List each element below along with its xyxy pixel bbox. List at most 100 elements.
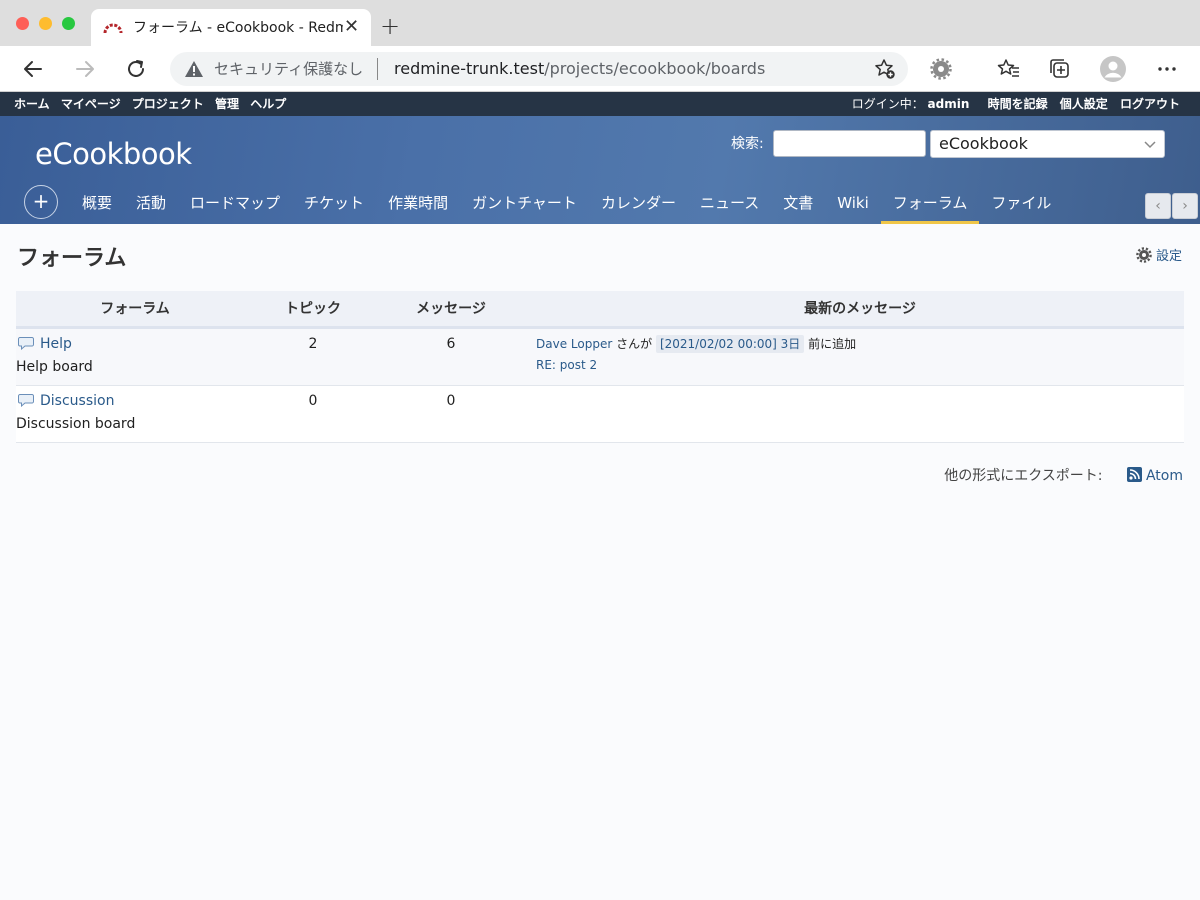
last-author-suffix: さんが [616,336,653,351]
project-jump-value: eCookbook [939,134,1028,153]
top-menu-my-account[interactable]: 個人設定 [1060,97,1108,111]
last-message-subject-link[interactable]: RE: post 2 [536,356,1184,374]
board-description: Help board [16,358,93,375]
boards-table: フォーラム トピック メッセージ 最新のメッセージ Help Help boar… [16,291,1184,443]
tab-calendar[interactable]: カレンダー [589,186,688,224]
col-header-messages: メッセージ [372,291,530,329]
export-links: 他の形式にエクスポート: Atom [944,467,1183,485]
atom-export-link[interactable]: Atom [1126,467,1183,484]
tab-activity[interactable]: 活動 [124,186,178,224]
top-menu-my-page[interactable]: マイページ [61,97,121,111]
export-label: 他の形式にエクスポート: [944,468,1103,484]
logged-in-user[interactable]: admin [928,97,970,111]
more-menu-icon[interactable] [1154,56,1180,82]
page-title: フォーラム [17,246,127,271]
col-header-forum: フォーラム [16,291,254,329]
logged-as-label: ログイン中： admin [851,97,970,111]
top-menu-left: ホーム マイページ プロジェクト 管理 ヘルプ [14,95,293,112]
menu-scroll-right-button[interactable]: › [1172,193,1198,219]
table-row: Help Help board 2 6 Dave Lopper さんが [202… [16,327,1184,386]
tab-roadmap[interactable]: ロードマップ [178,186,292,224]
address-separator [377,58,378,80]
main-content: フォーラム 設定 フォーラム トピック メッセージ 最新のメッセージ Help … [0,224,1200,900]
tab-wiki[interactable]: Wiki [825,188,881,226]
address-bar[interactable]: セキュリティ保護なし redmine-trunk.test/projects/e… [170,52,908,86]
speech-bubble-icon [18,336,34,350]
window-close-button[interactable] [16,17,29,30]
chevron-down-icon [1144,131,1156,158]
browser-tab-title: フォーラム - eCookbook - Redmine [133,20,343,36]
back-arrow-icon[interactable] [20,56,46,82]
new-object-plus-button[interactable]: + [24,185,58,219]
project-jump-select[interactable]: eCookbook [930,130,1165,158]
topics-cell: 0 [254,385,372,443]
messages-cell: 6 [372,327,530,386]
browser-toolbar: セキュリティ保護なし redmine-trunk.test/projects/e… [0,46,1200,92]
add-favorite-star-icon[interactable] [874,58,896,80]
top-menu-home[interactable]: ホーム [14,97,50,111]
atom-label: Atom [1145,468,1183,484]
security-status-label: セキュリティ保護なし [214,60,364,78]
messages-cell: 0 [372,385,530,443]
browser-tab-active[interactable]: フォーラム - eCookbook - Redmine ✕ [91,9,371,46]
window-zoom-button[interactable] [62,17,75,30]
last-author-link[interactable]: Dave Lopper [536,337,612,351]
warning-icon[interactable] [184,60,204,78]
tab-boards[interactable]: フォーラム [880,186,980,224]
message-count: 0 [446,392,456,409]
favorites-list-icon[interactable] [996,56,1022,82]
table-row: Discussion Discussion board 0 0 [16,385,1184,443]
board-link-discussion[interactable]: Discussion [40,393,114,409]
topics-cell: 2 [254,327,372,386]
rss-feed-icon [1126,467,1142,482]
top-menu-right: ログイン中： admin 時間を記録 個人設定 ログアウト [852,95,1180,112]
menu-scroll-left-button[interactable]: ‹ [1145,193,1171,219]
project-title: eCookbook [35,137,192,171]
topic-count: 0 [308,392,318,409]
top-menu-log-time[interactable]: 時間を記録 [988,97,1048,111]
last-message-added-label: 前に追加 [808,336,857,351]
settings-link[interactable]: 設定 [1136,247,1182,266]
search-label: 検索: [731,136,764,152]
extension-gear-icon[interactable] [928,56,954,82]
board-description: Discussion board [16,415,136,432]
url-text[interactable]: redmine-trunk.test/projects/ecookbook/bo… [394,59,765,79]
last-message-timestamp-link[interactable]: [2021/02/02 00:00] 3日 [655,334,805,353]
top-menu-help[interactable]: ヘルプ [250,97,286,111]
board-link-help[interactable]: Help [40,336,72,352]
tab-files[interactable]: ファイル [979,186,1063,224]
tab-close-icon[interactable]: ✕ [344,17,359,37]
reload-icon[interactable] [123,56,149,82]
table-header-row: フォーラム トピック メッセージ 最新のメッセージ [16,291,1184,329]
board-cell: Discussion Discussion board [16,385,254,443]
tab-news[interactable]: ニュース [688,186,771,224]
project-header: eCookbook 検索: eCookbook + 概要 活動 ロードマップ チケット… [0,116,1200,224]
board-cell: Help Help board [16,327,254,386]
settings-label: 設定 [1156,249,1183,264]
top-menu-projects[interactable]: プロジェクト [132,97,204,111]
top-menu-administration[interactable]: 管理 [215,97,239,111]
top-menu-logout[interactable]: ログアウト [1120,97,1180,111]
last-message-cell [530,385,1184,443]
tab-issues[interactable]: チケット [292,186,376,224]
top-menu: ホーム マイページ プロジェクト 管理 ヘルプ ログイン中： admin 時間を… [0,92,1200,116]
search-input[interactable] [773,130,926,157]
collections-icon[interactable] [1047,56,1073,82]
last-message-cell: Dave Lopper さんが [2021/02/02 00:00] 3日 前に… [530,327,1184,386]
col-header-topics: トピック [254,291,372,329]
profile-avatar-icon[interactable] [1100,56,1126,82]
last-message-meta: Dave Lopper さんが [2021/02/02 00:00] 3日 前に… [536,334,1184,353]
new-tab-button[interactable]: + [380,12,400,40]
window-minimize-button[interactable] [39,17,52,30]
browser-tab-strip: フォーラム - eCookbook - Redmine ✕ + [0,0,1200,46]
tab-gantt[interactable]: ガントチャート [460,186,589,224]
main-menu: 概要 活動 ロードマップ チケット 作業時間 ガントチャート カレンダー ニュース 文書 Wiki… [70,186,1063,224]
tab-overview[interactable]: 概要 [70,186,124,224]
tab-time-entries[interactable]: 作業時間 [376,186,460,224]
col-header-last-message: 最新のメッセージ [530,291,1184,329]
tab-documents[interactable]: 文書 [771,186,825,224]
speech-bubble-icon [18,393,34,407]
redmine-favicon-icon [103,19,123,35]
forward-arrow-icon[interactable] [72,56,98,82]
topic-count: 2 [308,335,318,352]
